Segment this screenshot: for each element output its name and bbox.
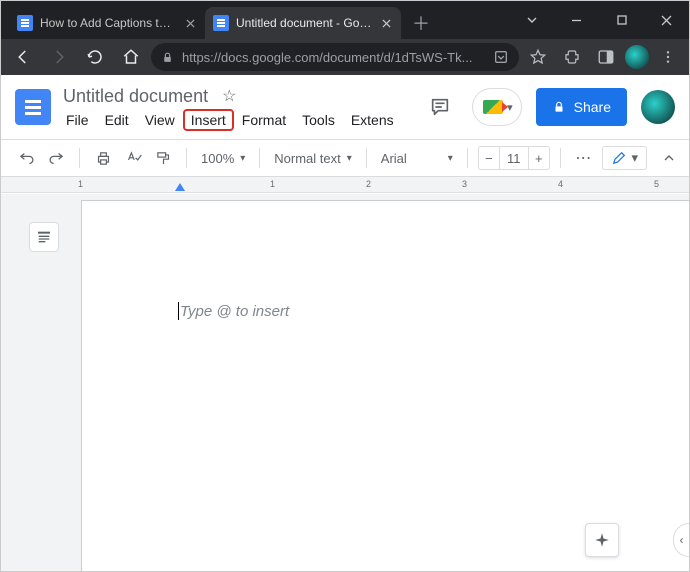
increase-font-size[interactable]: + — [529, 151, 549, 166]
docs-header: Untitled document ☆ File Edit View Inser… — [1, 75, 689, 139]
paint-format-button[interactable] — [150, 145, 176, 171]
url-bar[interactable]: https://docs.google.com/document/d/1dTsW… — [151, 43, 519, 71]
separator — [366, 148, 367, 168]
chevron-down-icon: ▾ — [631, 150, 638, 166]
lock-icon — [161, 51, 174, 64]
minimize-button[interactable] — [554, 1, 599, 39]
ruler-label: 3 — [462, 179, 467, 189]
reload-button[interactable] — [79, 41, 111, 73]
docs-logo[interactable] — [15, 89, 51, 125]
ruler-label: 5 — [654, 179, 659, 189]
extensions-icon[interactable] — [557, 42, 587, 72]
document-page[interactable]: Type @ to insert — [81, 200, 689, 571]
redo-button[interactable] — [43, 145, 69, 171]
browser-profile-avatar[interactable] — [625, 45, 649, 69]
document-canvas: Type @ to insert ‹ — [1, 194, 689, 571]
docs-favicon — [17, 15, 33, 31]
vertical-ruler[interactable] — [1, 194, 13, 571]
menu-view[interactable]: View — [138, 110, 182, 130]
star-icon[interactable]: ☆ — [222, 86, 236, 106]
separator — [186, 148, 187, 168]
window-controls — [509, 1, 689, 39]
undo-button[interactable] — [13, 145, 39, 171]
install-icon[interactable] — [493, 49, 509, 65]
ruler-label: 1 — [78, 179, 83, 189]
tab-title: Untitled document - Googl — [236, 16, 372, 30]
font-size-control: − 11 + — [478, 146, 550, 170]
meet-icon — [483, 100, 503, 114]
font-size-value[interactable]: 11 — [499, 147, 529, 169]
share-label: Share — [574, 99, 611, 115]
ruler-label: 4 — [558, 179, 563, 189]
spellcheck-button[interactable] — [120, 145, 146, 171]
separator — [79, 148, 80, 168]
close-window-button[interactable] — [644, 1, 689, 39]
decrease-font-size[interactable]: − — [479, 151, 499, 166]
chrome-menu-icon[interactable] — [653, 42, 683, 72]
menu-extensions[interactable]: Extens — [344, 110, 401, 130]
close-icon[interactable] — [183, 16, 197, 30]
account-avatar[interactable] — [641, 90, 675, 124]
chevron-down-icon: ▾ — [240, 153, 245, 164]
separator — [560, 148, 561, 168]
font-dropdown[interactable]: Arial ▾ — [377, 145, 457, 171]
meet-button[interactable]: ▾ — [472, 88, 522, 126]
comments-button[interactable] — [422, 89, 458, 125]
more-tools-button[interactable]: ⋯ — [571, 145, 597, 171]
zoom-dropdown[interactable]: 100% ▾ — [197, 145, 249, 171]
back-button[interactable] — [7, 41, 39, 73]
editing-mode-dropdown[interactable]: ▾ — [602, 146, 647, 170]
explore-button[interactable] — [585, 523, 619, 557]
menubar: File Edit View Insert Format Tools Exten… — [59, 110, 401, 130]
browser-tab-1[interactable]: Untitled document - Googl — [205, 7, 401, 39]
url-text: https://docs.google.com/document/d/1dTsW… — [182, 50, 485, 65]
lock-icon — [552, 100, 566, 114]
docs-favicon — [213, 15, 229, 31]
horizontal-ruler[interactable]: 1 1 2 3 4 5 — [1, 177, 689, 193]
document-title[interactable]: Untitled document — [59, 85, 212, 108]
maximize-button[interactable] — [599, 1, 644, 39]
chevron-down-icon: ▾ — [347, 153, 352, 164]
ruler-label: 2 — [366, 179, 371, 189]
separator — [467, 148, 468, 168]
bookmark-star-icon[interactable] — [523, 42, 553, 72]
menu-edit[interactable]: Edit — [98, 110, 136, 130]
toolbar: 100% ▾ Normal text ▾ Arial ▾ − 11 + ⋯ ▾ — [1, 139, 689, 177]
font-value: Arial — [381, 151, 407, 166]
ruler-label: 1 — [270, 179, 275, 189]
share-button[interactable]: Share — [536, 88, 627, 126]
chevron-down-icon: ▾ — [448, 153, 453, 164]
pencil-icon — [611, 150, 627, 166]
browser-titlebar: How to Add Captions to Im Untitled docum… — [1, 1, 689, 39]
document-outline-button[interactable] — [29, 222, 59, 252]
separator — [259, 148, 260, 168]
new-tab-button[interactable]: ＋ — [407, 9, 435, 37]
menu-file[interactable]: File — [59, 110, 96, 130]
indent-marker[interactable] — [175, 183, 185, 191]
menu-insert[interactable]: Insert — [184, 110, 233, 130]
styles-dropdown[interactable]: Normal text ▾ — [270, 145, 356, 171]
sidepanel-icon[interactable] — [591, 42, 621, 72]
tab-title: How to Add Captions to Im — [40, 16, 176, 30]
print-button[interactable] — [90, 145, 116, 171]
browser-addressbar: https://docs.google.com/document/d/1dTsW… — [1, 39, 689, 75]
placeholder-text: Type @ to insert — [178, 303, 289, 321]
close-icon[interactable] — [379, 16, 393, 30]
browser-tab-0[interactable]: How to Add Captions to Im — [9, 7, 205, 39]
home-button[interactable] — [115, 41, 147, 73]
collapse-toolbar-button[interactable] — [661, 150, 677, 166]
style-value: Normal text — [274, 151, 340, 166]
menu-tools[interactable]: Tools — [295, 110, 342, 130]
zoom-value: 100% — [201, 151, 234, 166]
window-dropdown[interactable] — [509, 1, 554, 39]
menu-format[interactable]: Format — [235, 110, 293, 130]
forward-button[interactable] — [43, 41, 75, 73]
